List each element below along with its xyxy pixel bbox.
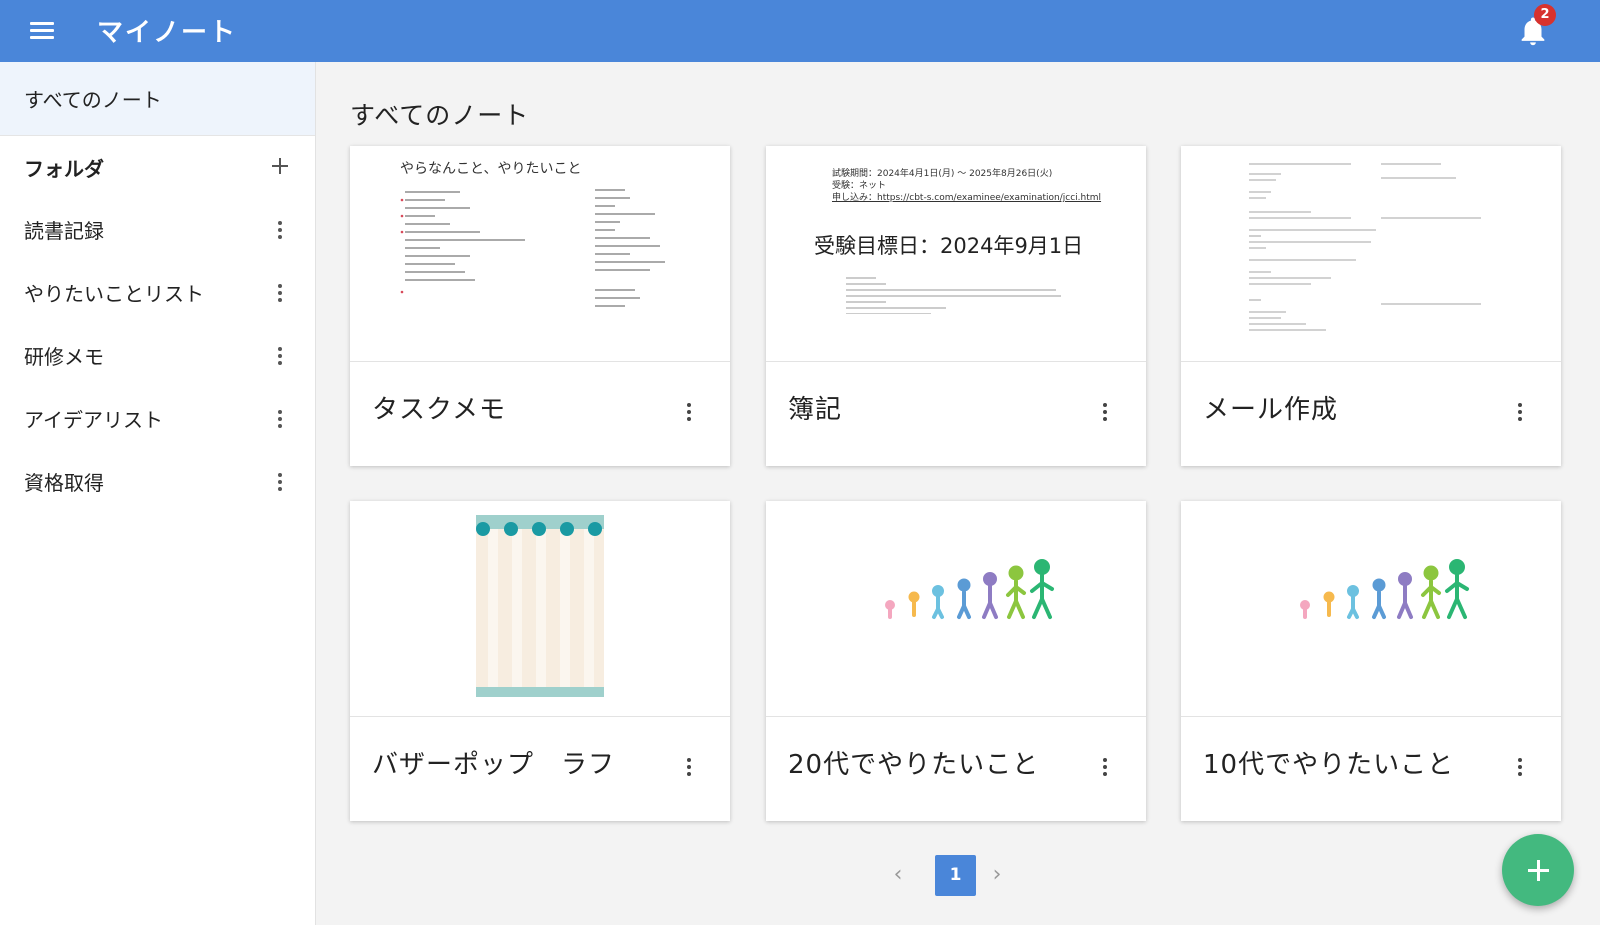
more-vert-icon[interactable] (272, 344, 288, 368)
folder-header-label: フォルダ (24, 156, 104, 181)
note-title: メール作成 (1203, 395, 1339, 425)
folder-label: 読書記録 (24, 219, 104, 243)
sidebar-item-folder[interactable]: 読書記録 (0, 198, 315, 261)
note-thumbnail: やらなんこと、やりたいこと (350, 146, 730, 362)
sidebar-item-folder[interactable]: アイデアリスト (0, 387, 315, 450)
awning-illustration (476, 515, 604, 697)
sidebar: すべてのノート フォルダ 読書記録 やりたいことリスト 研修メモ アイデアリスト… (0, 62, 316, 925)
note-thumbnail (1181, 146, 1561, 362)
app-title: マイノート (97, 18, 238, 48)
app-bar: マイノート 2 (0, 0, 1600, 62)
more-vert-icon[interactable] (272, 281, 288, 305)
folder-label: 資格取得 (24, 471, 104, 495)
notifications-button[interactable]: 2 (1516, 4, 1556, 48)
note-card[interactable]: バザーポップ ラフ (350, 501, 730, 821)
pagination: ‹ 1 › (880, 855, 1020, 897)
note-card[interactable]: やらなんこと、やりたいこと タスクメモ (350, 146, 730, 466)
menu-icon[interactable] (30, 18, 58, 44)
more-vert-icon[interactable] (1512, 400, 1528, 424)
note-thumbnail (766, 501, 1146, 717)
preview-line: 申し込み：https://cbt-s.com/examinee/examinat… (832, 193, 1102, 203)
more-vert-icon[interactable] (272, 218, 288, 242)
preview-line: 受験：ネット (832, 181, 887, 191)
more-vert-icon[interactable] (1097, 400, 1113, 424)
sidebar-item-folder[interactable]: 研修メモ (0, 324, 315, 387)
notification-badge: 2 (1534, 4, 1556, 26)
note-title: 簿記 (788, 395, 843, 425)
add-note-button[interactable] (1502, 834, 1574, 906)
note-card[interactable]: メール作成 (1181, 146, 1561, 466)
note-card[interactable]: 10代でやりたいこと (1181, 501, 1561, 821)
folder-label: やりたいことリスト (24, 282, 204, 306)
more-vert-icon[interactable] (681, 400, 697, 424)
more-vert-icon[interactable] (1097, 755, 1113, 779)
folder-label: 研修メモ (24, 345, 104, 369)
scribble-preview (846, 277, 1061, 314)
scribble-preview (400, 189, 665, 307)
more-vert-icon[interactable] (272, 407, 288, 431)
more-vert-icon[interactable] (681, 755, 697, 779)
note-thumbnail (350, 501, 730, 717)
preview-line: 試験期間：2024年4月1日(月) ～ 2025年8月26日(火) (832, 169, 1053, 179)
add-folder-icon[interactable] (268, 154, 292, 178)
note-title: 20代でやりたいこと (788, 750, 1040, 780)
note-card[interactable]: 試験期間：2024年4月1日(月) ～ 2025年8月26日(火) 受験：ネット… (766, 146, 1146, 466)
growth-people-illustration (1300, 559, 1469, 619)
folder-header: フォルダ (0, 136, 315, 198)
sidebar-item-all-notes[interactable]: すべてのノート (0, 62, 315, 136)
folder-label: アイデアリスト (24, 408, 163, 432)
more-vert-icon[interactable] (272, 470, 288, 494)
chevron-left-icon[interactable]: ‹ (886, 863, 910, 887)
sidebar-item-folder[interactable]: 資格取得 (0, 450, 315, 513)
preview-heading: やらなんこと、やりたいこと (400, 161, 582, 177)
note-thumbnail (1181, 501, 1561, 717)
more-vert-icon[interactable] (1512, 755, 1528, 779)
note-card[interactable]: 20代でやりたいこと (766, 501, 1146, 821)
growth-people-illustration (885, 559, 1054, 619)
preview-big-text: 受験目標日：2024年9月1日 (814, 234, 1084, 258)
note-title: バザーポップ ラフ (372, 750, 616, 780)
page-title: すべてのノート (350, 101, 530, 130)
sidebar-item-folder[interactable]: やりたいことリスト (0, 261, 315, 324)
note-title: タスクメモ (372, 395, 506, 425)
note-title: 10代でやりたいこと (1203, 750, 1455, 780)
page-button-current[interactable]: 1 (935, 855, 976, 896)
scribble-preview (1249, 163, 1481, 331)
note-thumbnail: 試験期間：2024年4月1日(月) ～ 2025年8月26日(火) 受験：ネット… (766, 146, 1146, 362)
chevron-right-icon[interactable]: › (985, 863, 1009, 887)
